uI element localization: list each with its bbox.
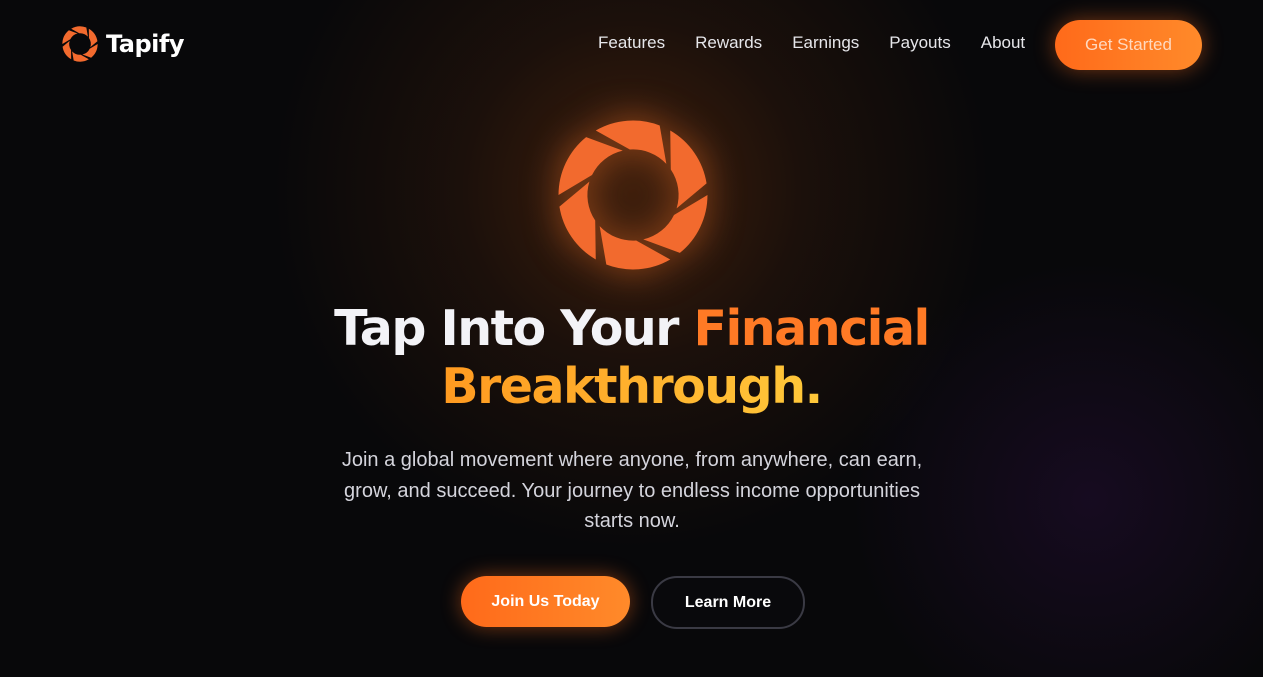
aperture-blade [559,181,596,260]
hero-subtitle: Join a global movement where anyone, fro… [341,449,923,532]
nav-menu: Features Rewards Earnings Payouts About [598,33,1025,53]
brand-name: Tapify [106,30,184,58]
hero-headline: Tap Into Your Financial Breakthrough. [0,300,1263,416]
headline-part-2: Financial [693,300,931,357]
join-us-today-button[interactable]: Join Us Today [461,576,630,627]
brand-logo-link[interactable]: Tapify [62,26,184,62]
aperture-blade [670,130,707,209]
get-started-button[interactable]: Get Started [1055,20,1202,70]
nav-item-rewards[interactable]: Rewards [695,33,762,53]
hero-cta-group: Join Us Today Learn More [461,576,805,629]
headline-part-1: Tap Into Your [334,300,694,357]
aperture-icon [558,120,708,270]
nav-item-features[interactable]: Features [598,33,665,53]
top-navbar: Tapify Features Rewards Earnings Payouts… [0,0,1263,90]
aperture-blade [643,195,708,253]
aperture-blade [62,40,72,60]
nav-item-payouts[interactable]: Payouts [889,33,950,53]
aperture-blade [62,30,78,44]
aperture-blade [88,28,98,48]
learn-more-button[interactable]: Learn More [651,576,805,629]
aperture-blade [82,44,98,58]
aperture-blade [558,137,623,195]
headline-part-3: Breakthrough. [441,358,823,415]
nav-item-about[interactable]: About [981,33,1025,53]
landing-page: Tapify Features Rewards Earnings Payouts… [0,0,1263,677]
nav-item-earnings[interactable]: Earnings [792,33,859,53]
aperture-icon [62,26,98,62]
